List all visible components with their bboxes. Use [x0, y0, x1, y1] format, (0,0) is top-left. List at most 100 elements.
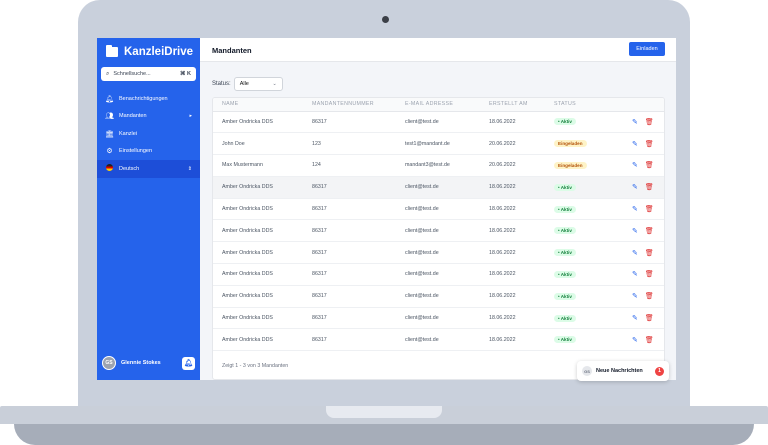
- column-header-name[interactable]: NAME: [213, 98, 303, 112]
- row-actions: ✎ 🗑︎: [623, 241, 664, 265]
- edit-icon[interactable]: ✎: [632, 161, 638, 169]
- trash-icon[interactable]: 🗑︎: [645, 205, 654, 213]
- client-name: Max Mustermann: [213, 154, 303, 177]
- trash-icon[interactable]: 🗑︎: [645, 314, 654, 322]
- client-created-date: 18.06.2022: [480, 263, 545, 286]
- edit-icon[interactable]: ✎: [632, 118, 638, 126]
- clients-table: NAME MANDANTENNUMMER E-MAIL ADRESSE ERST…: [213, 98, 664, 352]
- trash-icon[interactable]: 🗑︎: [645, 140, 654, 148]
- trash-icon[interactable]: 🗑︎: [645, 118, 654, 126]
- status-select[interactable]: Alle ⌄: [233, 77, 283, 91]
- table-row[interactable]: Max Mustermann 124 mandant3@test.de 20.06.2…: [213, 154, 664, 177]
- table-row[interactable]: Amber Ondricka DDS 86317 client@test.de 18.…: [213, 285, 664, 308]
- edit-icon[interactable]: ✎: [632, 249, 638, 257]
- status-badge: • Aktiv: [554, 118, 576, 126]
- edit-icon[interactable]: ✎: [632, 292, 638, 300]
- column-header-email[interactable]: E-MAIL ADRESSE: [396, 98, 480, 112]
- client-email: mandant3@test.de: [396, 154, 480, 177]
- pagination-summary: Zeigt 1 - 3 von 3 Mandanten: [222, 363, 289, 369]
- status-filter: Status: Alle ⌄: [212, 77, 283, 91]
- edit-icon[interactable]: ✎: [632, 336, 638, 344]
- row-actions: ✎ 🗑︎: [623, 307, 664, 330]
- table-row[interactable]: John Doe 123 test1@mandant.de 20.06.2022 Ein…: [213, 132, 664, 156]
- notification-bell-button[interactable]: 🔔︎: [182, 356, 195, 370]
- client-created-date: 18.06.2022: [480, 285, 545, 308]
- trash-icon[interactable]: 🗑︎: [645, 270, 654, 278]
- edit-icon[interactable]: ✎: [632, 140, 638, 148]
- column-header-number[interactable]: MANDANTENNUMMER: [303, 98, 396, 112]
- german-flag-icon: [105, 164, 114, 173]
- users-icon: 👥︎: [105, 113, 114, 121]
- invite-button[interactable]: Einladen: [629, 42, 665, 56]
- new-messages-toast[interactable]: GS Neue Nachrichten 1: [577, 361, 669, 381]
- client-email: client@test.de: [396, 285, 480, 308]
- client-created-date: 18.06.2022: [480, 111, 545, 134]
- row-actions: ✎ 🗑︎: [623, 219, 664, 243]
- table-row[interactable]: Amber Ondricka DDS 86317 client@test.de 18.…: [213, 263, 664, 286]
- sidebar-item-einstellungen[interactable]: ⚙︎ Einstellungen: [97, 143, 200, 161]
- status-cell: • Aktiv: [545, 111, 623, 134]
- search-icon: ⌕: [106, 70, 110, 77]
- table-row[interactable]: Amber Ondricka DDS 86317 client@test.de 18.…: [213, 307, 664, 330]
- trash-icon[interactable]: 🗑︎: [645, 161, 654, 169]
- search-input[interactable]: ⌕ Schnellsuche... ⌘ K: [101, 67, 196, 81]
- table-row[interactable]: Amber Ondricka DDS 86317 client@test.de 18.…: [213, 219, 664, 243]
- laptop-notch: [326, 406, 442, 418]
- chevron-right-icon: ▸: [189, 113, 192, 120]
- table-row[interactable]: Amber Ondricka DDS 86317 client@test.de 18.…: [213, 328, 664, 352]
- table-row[interactable]: Amber Ondricka DDS 86317 client@test.de 18.…: [213, 241, 664, 265]
- edit-icon[interactable]: ✎: [632, 270, 638, 278]
- client-number: 86317: [303, 219, 396, 243]
- brand-name: KanzleiDrive: [124, 46, 194, 58]
- client-email: client@test.de: [396, 111, 480, 134]
- trash-icon[interactable]: 🗑︎: [645, 183, 654, 191]
- client-number: 86317: [303, 241, 396, 265]
- client-name: Amber Ondricka DDS: [213, 111, 303, 134]
- edit-icon[interactable]: ✎: [632, 314, 638, 322]
- status-cell: • Aktiv: [545, 241, 623, 265]
- status-badge: • Aktiv: [554, 336, 576, 344]
- client-created-date: 18.06.2022: [480, 328, 545, 352]
- client-name: Amber Ondricka DDS: [213, 176, 303, 199]
- language-selector[interactable]: Deutsch ⇕: [97, 160, 200, 178]
- client-name: Amber Ondricka DDS: [213, 241, 303, 265]
- user-profile[interactable]: GS Glennie Stokes 🔔︎: [102, 356, 195, 370]
- sidebar-item-kanzlei[interactable]: 🏛︎ Kanzlei: [97, 125, 200, 143]
- sidebar-item-benachrichtigungen[interactable]: 🔔︎ Benachrichtigungen: [97, 90, 200, 108]
- client-number: 86317: [303, 285, 396, 308]
- status-badge: Eingeladen: [554, 161, 587, 169]
- edit-icon[interactable]: ✎: [632, 205, 638, 213]
- main-content: Mandanten Einladen Status: Alle ⌄ NAME M…: [200, 38, 676, 380]
- client-name: Amber Ondricka DDS: [213, 198, 303, 221]
- app-screen: KanzleiDrive ⌕ Schnellsuche... ⌘ K 🔔︎ Be…: [97, 38, 676, 380]
- client-email: client@test.de: [396, 198, 480, 221]
- webcam: [382, 16, 389, 23]
- status-cell: • Aktiv: [545, 263, 623, 286]
- trash-icon[interactable]: 🗑︎: [645, 292, 654, 300]
- laptop-mockup: KanzleiDrive ⌕ Schnellsuche... ⌘ K 🔔︎ Be…: [0, 0, 768, 445]
- language-label: Deutsch: [119, 165, 140, 172]
- laptop-base-bottom: [14, 424, 754, 445]
- status-badge: • Aktiv: [554, 205, 576, 213]
- status-cell: • Aktiv: [545, 285, 623, 308]
- status-badge: • Aktiv: [554, 292, 576, 300]
- edit-icon[interactable]: ✎: [632, 227, 638, 235]
- edit-icon[interactable]: ✎: [632, 183, 638, 191]
- sidebar-nav: 🔔︎ Benachrichtigungen 👥︎ Mandanten ▸ 🏛︎ …: [97, 90, 200, 178]
- table-row[interactable]: Amber Ondricka DDS 86317 client@test.de 18.…: [213, 111, 664, 134]
- table-row[interactable]: Amber Ondricka DDS 86317 client@test.de 18.…: [213, 176, 664, 199]
- brand[interactable]: KanzleiDrive: [106, 45, 194, 58]
- column-header-status[interactable]: STATUS: [545, 98, 623, 112]
- search-shortcut: ⌘ K: [180, 71, 191, 77]
- client-number: 86317: [303, 263, 396, 286]
- sidebar-item-mandanten[interactable]: 👥︎ Mandanten ▸: [97, 108, 200, 126]
- table-row[interactable]: Amber Ondricka DDS 86317 client@test.de 18.…: [213, 198, 664, 221]
- trash-icon[interactable]: 🗑︎: [645, 227, 654, 235]
- table-header-row: NAME MANDANTENNUMMER E-MAIL ADRESSE ERST…: [213, 98, 664, 112]
- status-cell: Eingeladen: [545, 154, 623, 177]
- trash-icon[interactable]: 🗑︎: [645, 249, 654, 257]
- toast-avatar: GS: [582, 366, 592, 376]
- trash-icon[interactable]: 🗑︎: [645, 336, 654, 344]
- bell-icon: 🔔︎: [105, 95, 114, 103]
- column-header-created[interactable]: ERSTELLT AM: [480, 98, 545, 112]
